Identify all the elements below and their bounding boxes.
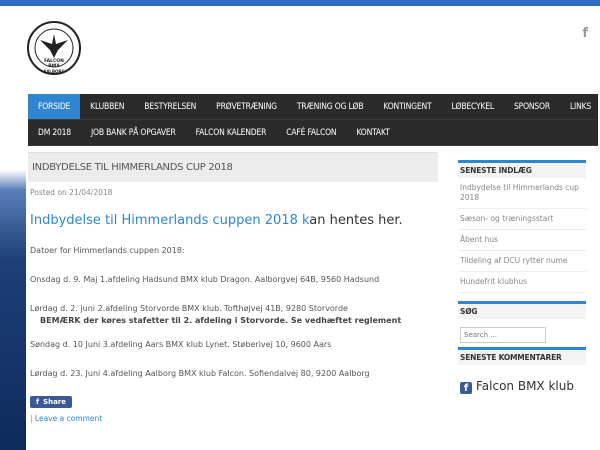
nav-item-traening-og-lob[interactable]: TRÆNING OG LØB xyxy=(287,94,374,119)
nav-item-kontingent[interactable]: KONTINGENT xyxy=(373,94,441,119)
recent-post-link[interactable]: Åbent hus xyxy=(458,230,586,251)
sidebar: SENESTE INDLÆG Indbydelse til Himmerland… xyxy=(458,160,586,394)
search-title: SØG xyxy=(458,301,586,319)
headline-rest: an hentes her. xyxy=(309,213,403,228)
nav-item-dm-2018[interactable]: DM 2018 xyxy=(28,120,81,145)
nav-item-links[interactable]: LINKS xyxy=(560,94,600,119)
nav-item-job-bank[interactable]: JOB BANK PÅ OPGAVER xyxy=(81,120,186,145)
nav-item-kontakt[interactable]: KONTAKT xyxy=(346,120,399,145)
nav-item-falcon-kalender[interactable]: FALCON KALENDER xyxy=(186,120,277,145)
post-footer: | Leave a comment xyxy=(30,414,438,423)
recent-posts-title: SENESTE INDLÆG xyxy=(458,160,586,178)
search-input[interactable] xyxy=(460,327,546,343)
facebook-page-link[interactable]: Falcon BMX klub xyxy=(476,379,574,393)
facebook-icon: f xyxy=(36,398,40,406)
share-label: Share xyxy=(43,398,66,406)
dates-intro: Datoer for Himmerlands cuppen 2018: xyxy=(30,246,185,255)
recent-comments-title: SENESTE KOMMENTARER xyxy=(458,347,586,365)
nav-row-1: FORSIDE KLUBBEN BESTYRELSEN PRØVETRÆNING… xyxy=(28,94,598,120)
main-content: INDBYDELSE TIL HIMMERLANDS CUP 2018 Post… xyxy=(28,152,438,423)
post-title[interactable]: INDBYDELSE TIL HIMMERLANDS CUP 2018 xyxy=(28,152,438,182)
facebook-icon[interactable]: f xyxy=(582,26,588,41)
invitation-link[interactable]: Indbydelse til Himmerlands cuppen 2018 k xyxy=(30,213,309,228)
relay-notice: BEMÆRK der køres stafetter til 2. afdeli… xyxy=(40,316,402,325)
post-body: Indbydelse til Himmerlands cuppen 2018 k… xyxy=(28,213,438,423)
nav-item-provetraening[interactable]: PRØVETRÆNING xyxy=(206,94,287,119)
leave-comment-link[interactable]: Leave a comment xyxy=(35,414,102,423)
facebook-share-button[interactable]: f Share xyxy=(30,396,72,408)
nav-item-forside[interactable]: FORSIDE xyxy=(28,94,81,119)
race-4: Lørdag d. 23. Juni 4.afdeling Aalborg BM… xyxy=(30,369,370,378)
nav-item-sponsor[interactable]: SPONSOR xyxy=(504,94,560,119)
recent-post-link[interactable]: Indbydelse til Himmerlands cup 2018 xyxy=(458,178,586,209)
race-3: Søndag d. 10 Juni 3.afdeling Aars BMX kl… xyxy=(30,340,332,349)
recent-post-link[interactable]: Tildeling af DCU rytter nume xyxy=(458,251,586,272)
nav-item-klubben[interactable]: KLUBBEN xyxy=(80,94,134,119)
nav-item-lobecykel[interactable]: LØBECYKEL xyxy=(441,94,504,119)
race-1: Onsdag d. 9. Maj 1.afdeling Hadsund BMX … xyxy=(30,275,380,284)
main-navigation: FORSIDE KLUBBEN BESTYRELSEN PRØVETRÆNING… xyxy=(28,94,598,146)
svg-text:AALBORG: AALBORG xyxy=(43,69,65,74)
nav-item-bestyrelsen[interactable]: BESTYRELSEN xyxy=(134,94,206,119)
facebook-icon: f xyxy=(460,382,472,394)
post-meta: Posted on 21/04/2018 xyxy=(30,188,113,197)
site-header: FALCON BMX AALBORG f xyxy=(26,6,600,88)
falcon-logo[interactable]: FALCON BMX AALBORG xyxy=(26,20,82,76)
recent-post-link[interactable]: Sæson- og træningsstart xyxy=(458,209,586,230)
post-headline: Indbydelse til Himmerlands cuppen 2018 k… xyxy=(30,213,438,228)
race-2: Lørdag d. 2. juni 2.afdeling Storvorde B… xyxy=(30,304,348,313)
recent-post-link[interactable]: Hundefrit klubhus xyxy=(458,272,586,293)
nav-item-cafe-falcon[interactable]: CAFÉ FALCON xyxy=(276,120,346,145)
facebook-widget[interactable]: f Falcon BMX klub xyxy=(458,379,586,394)
nav-row-2: DM 2018 JOB BANK PÅ OPGAVER FALCON KALEN… xyxy=(28,120,598,146)
page: FALCON BMX AALBORG f FORSIDE KLUBBEN BES… xyxy=(26,6,600,450)
recent-posts-list: Indbydelse til Himmerlands cup 2018 Sæso… xyxy=(458,178,586,293)
